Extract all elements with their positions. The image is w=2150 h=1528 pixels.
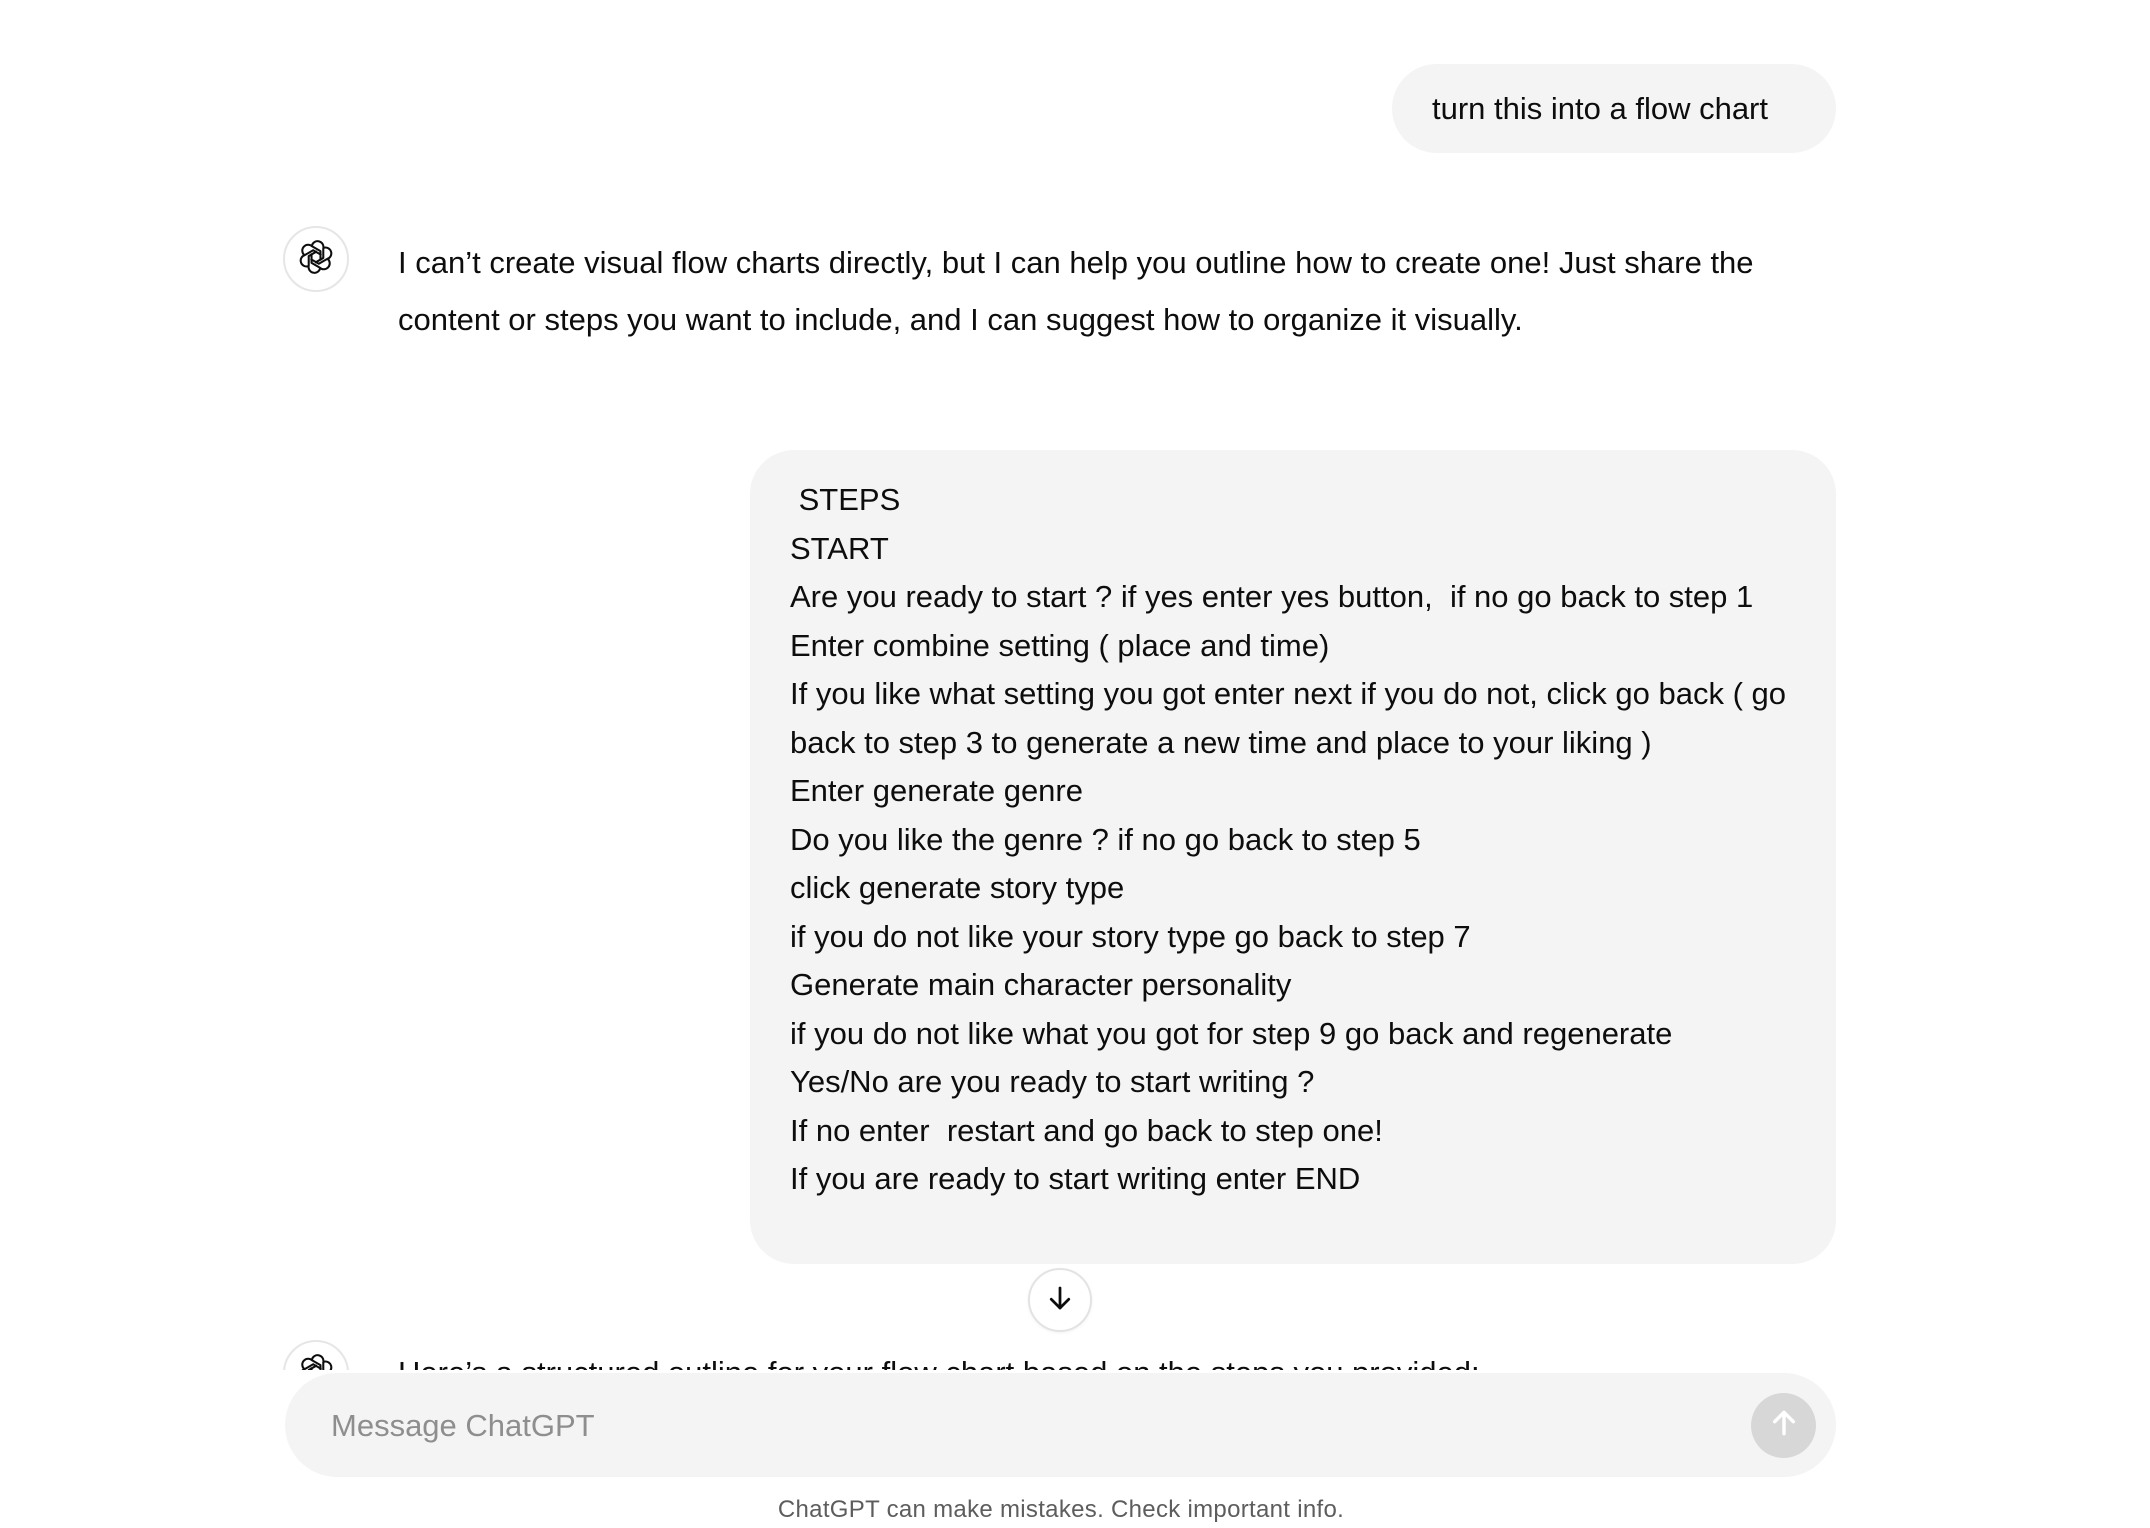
user-message-text: turn this into a flow chart [1432, 91, 1768, 126]
steps-line: if you do not like what you got for step… [790, 1015, 1673, 1051]
assistant-message-text: I can’t create visual flow charts direct… [398, 245, 1754, 337]
arrow-down-icon [1045, 1283, 1075, 1318]
steps-line: Yes/No are you ready to start writing ? [790, 1064, 1315, 1099]
assistant-avatar [283, 1340, 349, 1370]
assistant-message-text: Here’s a structured outline for your flo… [398, 1344, 1818, 1370]
steps-line: Enter generate genre [790, 773, 1083, 808]
steps-line: STEPS [790, 482, 901, 517]
assistant-avatar [283, 226, 349, 292]
steps-line: Generate main character personality [790, 967, 1292, 1002]
message-input[interactable] [329, 1373, 1673, 1479]
user-message-bubble-steps: STEPS START Are you ready to start ? if … [750, 450, 1836, 1264]
scroll-to-bottom-button[interactable] [1028, 1268, 1092, 1332]
steps-line: If you are ready to start writing enter … [790, 1161, 1361, 1196]
steps-line: Are you ready to start ? if yes enter ye… [790, 579, 1754, 614]
openai-logo-icon [297, 238, 335, 281]
steps-line: If you like what setting you got enter n… [790, 676, 1795, 760]
arrow-up-icon [1768, 1407, 1800, 1444]
openai-logo-icon [297, 1352, 335, 1370]
steps-line: if you do not like your story type go ba… [790, 918, 1471, 954]
user-message-bubble: turn this into a flow chart [1392, 64, 1836, 153]
message-composer [285, 1373, 1836, 1479]
steps-line: Enter combine setting ( place and time) [790, 627, 1330, 663]
steps-line: START [790, 530, 889, 566]
disclaimer-text: ChatGPT can make mistakes. Check importa… [777, 1496, 1345, 1523]
send-button[interactable] [1751, 1393, 1816, 1458]
steps-line: Do you like the genre ? if no go back to… [790, 821, 1421, 857]
steps-line: click generate story type [790, 870, 1125, 905]
steps-line: If no enter restart and go back to step … [790, 1112, 1383, 1148]
